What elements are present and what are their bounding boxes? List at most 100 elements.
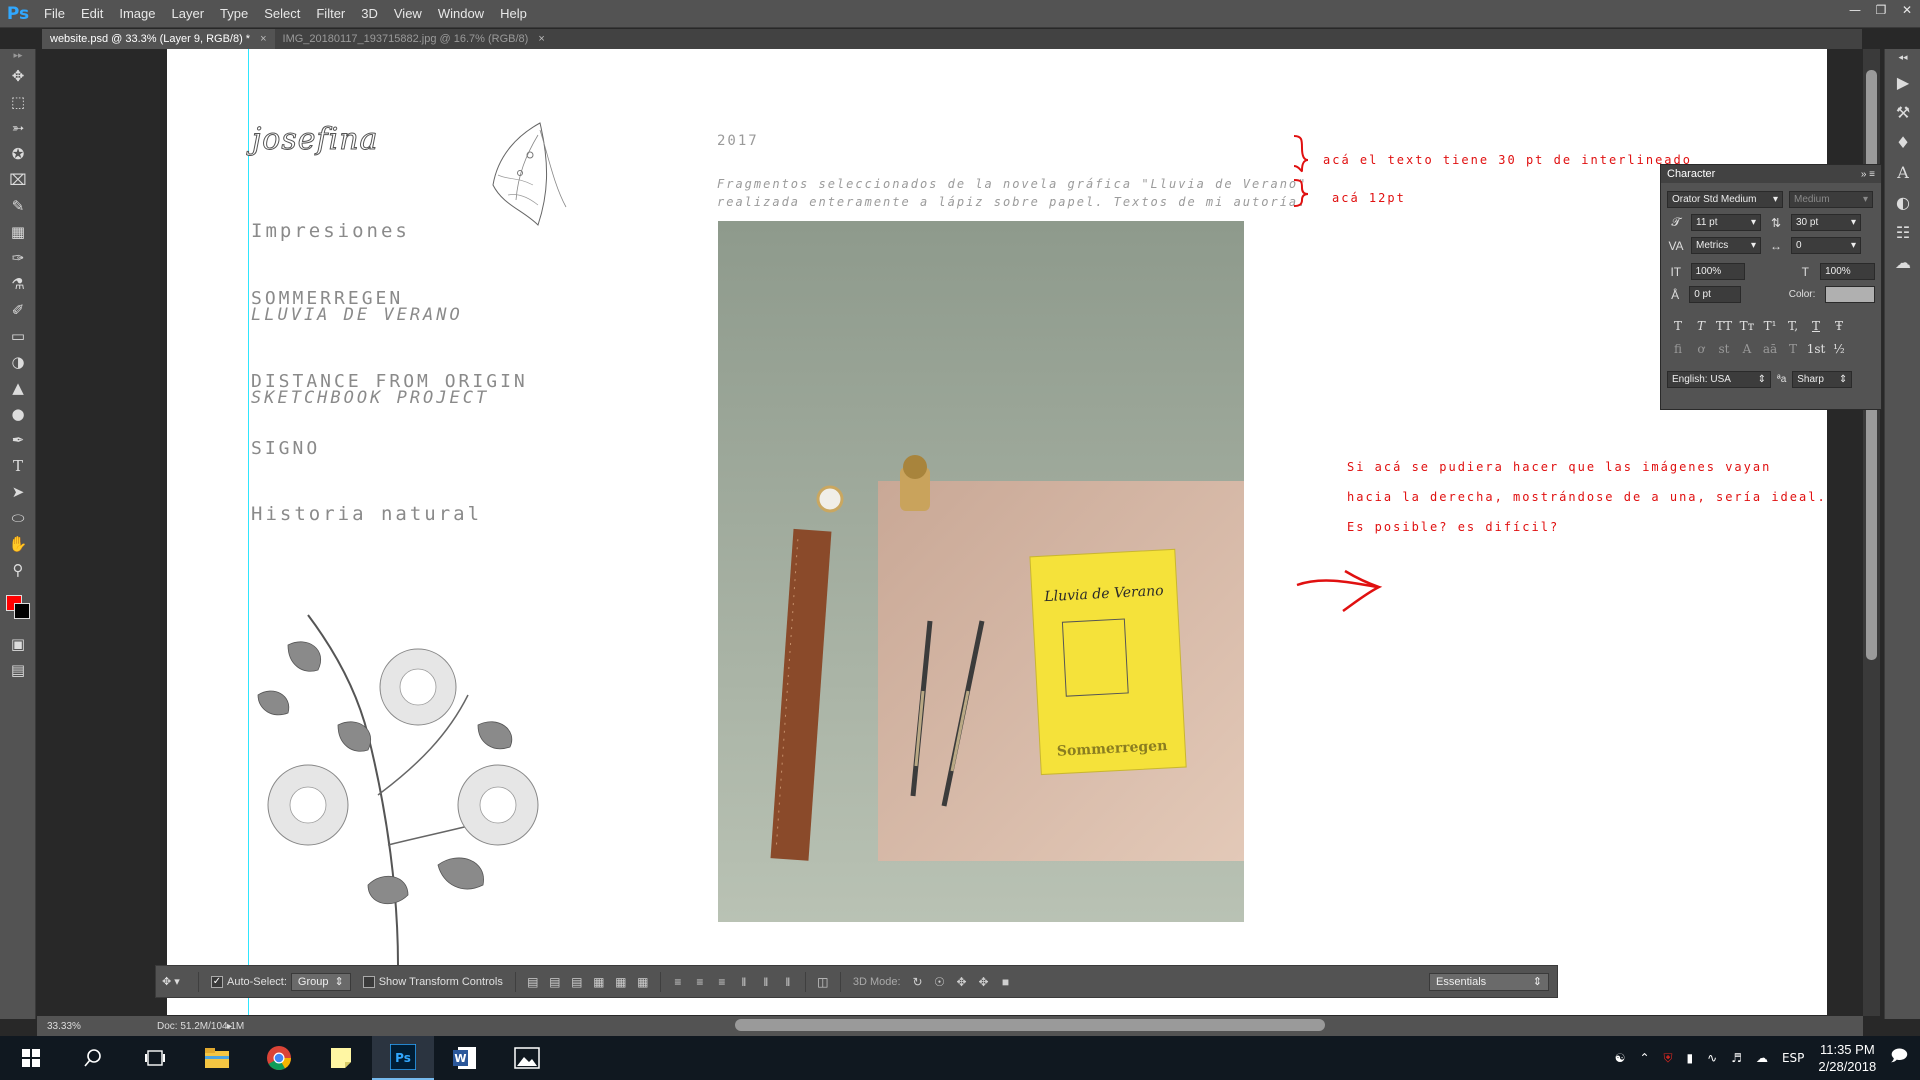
onedrive-icon[interactable]: ☁ (1756, 1051, 1768, 1065)
menu-view[interactable]: View (386, 0, 430, 28)
paint-bucket-tool-icon[interactable]: ◑ (0, 349, 36, 375)
small-caps-button[interactable]: Tт (1736, 319, 1758, 333)
all-caps-button[interactable]: TT (1713, 319, 1735, 333)
input-language[interactable]: ESP (1782, 1051, 1804, 1065)
file-explorer-icon[interactable] (186, 1036, 248, 1080)
orbit-3d-icon[interactable]: ↻ (907, 971, 929, 993)
search-icon[interactable] (62, 1036, 124, 1080)
font-family-dropdown[interactable]: Orator Std Medium ▾ (1667, 191, 1783, 208)
menu-file[interactable]: File (36, 0, 73, 28)
horizontal-scale-field[interactable]: 100% (1820, 263, 1876, 280)
menu-edit[interactable]: Edit (73, 0, 111, 28)
baseline-shift-field[interactable]: 0 pt (1689, 286, 1741, 303)
eraser-tool-icon[interactable]: ▭ (0, 323, 36, 349)
healing-brush-tool-icon[interactable]: ▦ (0, 219, 36, 245)
volume-icon[interactable]: ♬ (1731, 1051, 1742, 1065)
discretionary-ligatures-button[interactable]: ơ (1690, 342, 1712, 356)
superscript-button[interactable]: T¹ (1759, 319, 1781, 333)
background-color-swatch[interactable] (14, 603, 30, 619)
photos-icon[interactable] (496, 1036, 558, 1080)
libraries-icon[interactable]: ☁ (1885, 247, 1920, 277)
tracking-field[interactable]: 0 ▾ (1791, 237, 1861, 254)
zoom-readout[interactable]: 33.33% (37, 1021, 97, 1032)
roll-3d-icon[interactable]: ☉ (929, 971, 951, 993)
mcafee-icon[interactable]: ⛨ (1664, 1051, 1673, 1066)
align-right-icon[interactable]: ▦ (632, 971, 654, 993)
path-selection-tool-icon[interactable]: ➤ (0, 479, 36, 505)
menu-3d[interactable]: 3D (353, 0, 386, 28)
character-panel-icon[interactable]: A (1885, 157, 1920, 187)
menu-window[interactable]: Window (430, 0, 492, 28)
type-tool-icon[interactable]: T (0, 453, 36, 479)
document-size-info[interactable]: Doc: 51.2M/104.1M (97, 1021, 244, 1032)
layers-icon[interactable]: ♦ (1885, 127, 1920, 157)
ligatures-button[interactable]: fi (1667, 342, 1689, 356)
properties-icon[interactable]: ☷ (1885, 217, 1920, 247)
nav-impresiones[interactable]: Impresiones (251, 220, 410, 242)
distribute-top-icon[interactable]: ≡ (667, 971, 689, 993)
nav-lluvia-de-verano[interactable]: LLUVIA DE VERANO (251, 305, 463, 325)
align-top-icon[interactable]: ▤ (522, 971, 544, 993)
leading-field[interactable]: 30 pt ▾ (1791, 214, 1861, 231)
restore-icon[interactable]: ❐ (1868, 0, 1894, 20)
move-tool-icon[interactable]: ✥ (0, 63, 36, 89)
distribute-left-icon[interactable]: ‖ (733, 971, 755, 993)
blur-tool-icon[interactable]: ▲ (0, 375, 36, 401)
sticky-notes-icon[interactable] (310, 1036, 372, 1080)
status-menu-arrow-icon[interactable]: ▸ (227, 1021, 232, 1032)
expand-panels-icon[interactable]: ◂◂ (1885, 49, 1920, 67)
distribute-vcenter-icon[interactable]: ≡ (689, 971, 711, 993)
faux-italic-button[interactable]: T (1690, 319, 1712, 333)
align-horizontal-center-icon[interactable]: ▦ (610, 971, 632, 993)
word-icon[interactable]: W (434, 1036, 496, 1080)
color-swatches[interactable] (0, 583, 36, 631)
chrome-icon[interactable] (248, 1036, 310, 1080)
align-bottom-icon[interactable]: ▤ (566, 971, 588, 993)
tab-img-jpg[interactable]: IMG_20180117_193715882.jpg @ 16.7% (RGB/… (275, 29, 553, 49)
clock[interactable]: 11:35 PM 2/28/2018 (1818, 1041, 1876, 1075)
text-color-swatch[interactable] (1825, 286, 1875, 303)
menu-help[interactable]: Help (492, 0, 535, 28)
pan-3d-icon[interactable]: ✥ (951, 971, 973, 993)
quick-mask-icon[interactable]: ▣ (0, 631, 36, 657)
action-center-icon[interactable]: 🗩 (1890, 1045, 1908, 1072)
marquee-tool-icon[interactable]: ⬚ (0, 89, 36, 115)
minimize-icon[interactable]: — (1842, 0, 1868, 20)
tab-website-psd[interactable]: website.psd @ 33.3% (Layer 9, RGB/8) * × (42, 29, 275, 49)
strikethrough-button[interactable]: Ŧ (1828, 319, 1850, 333)
ordinals-button[interactable]: 1st (1805, 342, 1827, 356)
wifi-icon[interactable]: ∿ (1707, 1051, 1717, 1065)
move-tool-preset-icon[interactable]: ✥ ▾ (156, 975, 192, 988)
nav-signo[interactable]: SIGNO (251, 438, 320, 459)
quick-select-tool-icon[interactable]: ✪ (0, 141, 36, 167)
kerning-field[interactable]: Metrics ▾ (1691, 237, 1761, 254)
task-view-icon[interactable] (124, 1036, 186, 1080)
dodge-tool-icon[interactable]: ● (0, 401, 36, 427)
clone-stamp-tool-icon[interactable]: ⚗ (0, 271, 36, 297)
photoshop-taskbar-icon[interactable]: Ps (372, 1036, 434, 1080)
menu-filter[interactable]: Filter (308, 0, 353, 28)
align-vertical-center-icon[interactable]: ▤ (544, 971, 566, 993)
font-style-dropdown[interactable]: Medium ▾ (1789, 191, 1873, 208)
ornaments-button[interactable]: T (1782, 342, 1804, 356)
titling-alternates-button[interactable]: aā (1759, 342, 1781, 356)
pen-tool-icon[interactable]: ✒ (0, 427, 36, 453)
lasso-tool-icon[interactable]: ➳ (0, 115, 36, 141)
font-size-field[interactable]: 11 pt ▾ (1691, 214, 1761, 231)
auto-select-dropdown[interactable]: Group ⇕ (290, 972, 351, 991)
crop-tool-icon[interactable]: ⌧ (0, 167, 36, 193)
show-transform-checkbox[interactable] (362, 975, 375, 988)
scale-3d-icon[interactable]: ■ (995, 971, 1017, 993)
menu-type[interactable]: Type (212, 0, 256, 28)
language-dropdown[interactable]: English: USA ⇕ (1667, 371, 1771, 388)
subscript-button[interactable]: T, (1782, 319, 1804, 333)
menu-select[interactable]: Select (256, 0, 308, 28)
show-hidden-icons-chevron-icon[interactable]: ⌃ (1639, 1051, 1649, 1065)
battery-icon[interactable]: ▮ (1687, 1051, 1694, 1065)
history-brush-tool-icon[interactable]: ✐ (0, 297, 36, 323)
align-left-icon[interactable]: ▦ (588, 971, 610, 993)
project-photo[interactable]: Lluvia de Verano Sommerregen (718, 221, 1244, 922)
nav-sketchbook-project[interactable]: SKETCHBOOK PROJECT (251, 388, 489, 408)
stylistic-alternates-button[interactable]: st (1713, 342, 1735, 356)
screen-mode-icon[interactable]: ▤ (0, 657, 36, 683)
